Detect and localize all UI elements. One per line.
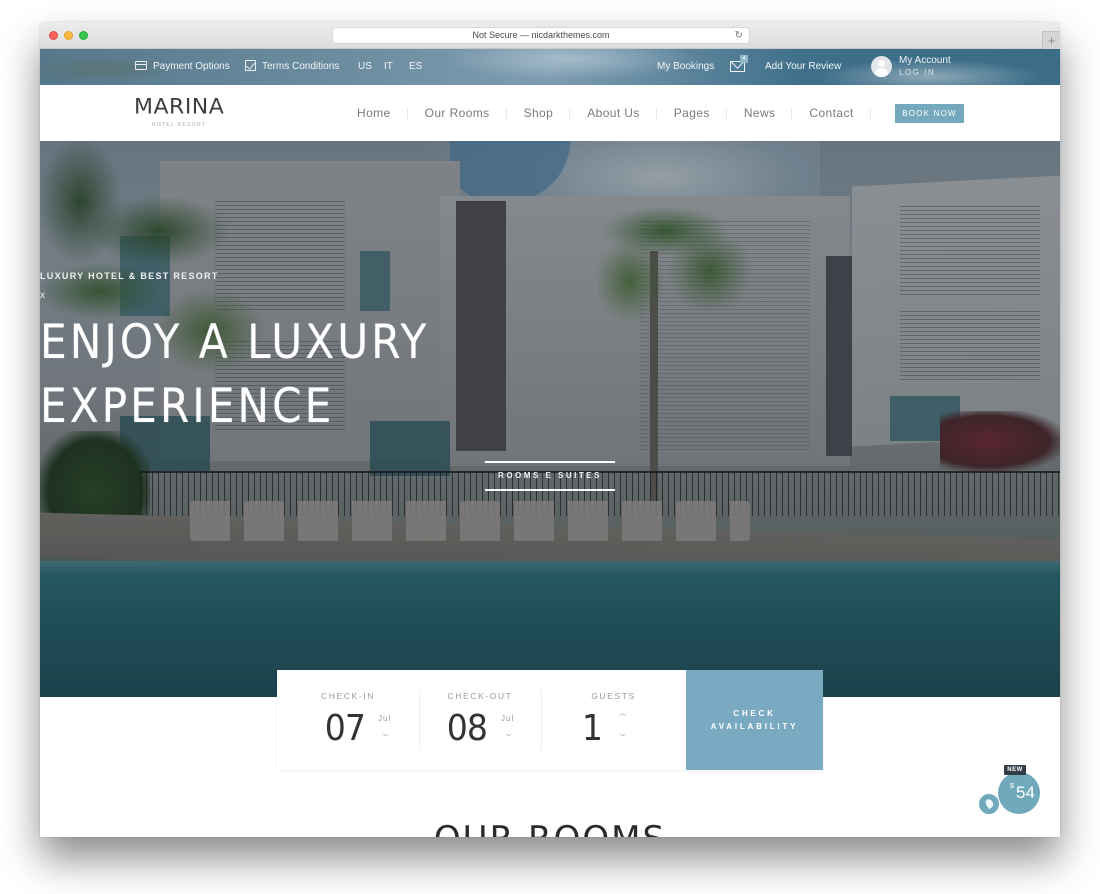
check-availability-button[interactable]: CHECK AVAILABILITY — [686, 670, 823, 770]
nav-pages[interactable]: Pages — [657, 106, 727, 120]
hero-title-line-2: EXPERIENCE — [40, 379, 335, 434]
add-review-link[interactable]: Add Your Review — [765, 49, 841, 85]
nav-news[interactable]: News — [727, 106, 793, 120]
hero-separator: x — [40, 290, 45, 301]
language-it[interactable]: IT — [384, 49, 393, 85]
cart-amount: 54 — [1016, 783, 1035, 802]
reload-icon[interactable]: ↻ — [735, 28, 743, 43]
main-navbar: MARINA · HOTEL RESORT · Home Our Rooms S… — [40, 85, 1060, 141]
address-bar[interactable]: Not Secure — nicdarkthemes.com ↻ — [332, 27, 750, 44]
checkout-label: CHECK-OUT — [447, 691, 513, 701]
checkin-label: CHECK-IN — [321, 691, 375, 701]
terms-conditions-label: Terms Conditions — [262, 61, 340, 72]
chevron-down-icon[interactable]: ⌄ — [380, 728, 392, 739]
logo-subtitle: · HOTEL RESORT · — [146, 122, 212, 128]
booking-widget: CHECK-IN 07 Jul ⌄ CHECK-OUT 08 Jul ⌄ GUE… — [277, 670, 823, 770]
hero-title-line-1: ENJOY A LUXURY — [40, 315, 430, 370]
avatar-icon[interactable] — [871, 56, 892, 77]
language-es[interactable]: ES — [409, 49, 422, 85]
close-window-button[interactable] — [49, 31, 58, 40]
my-bookings-link[interactable]: My Bookings — [657, 49, 714, 85]
guests-field[interactable]: GUESTS 1 ⌃ ⌄ — [541, 670, 686, 770]
page: Payment Options Terms Conditions US IT E… — [40, 49, 1060, 837]
new-tab-button[interactable]: + — [1042, 31, 1060, 49]
browser-window: Not Secure — nicdarkthemes.com ↻ + Payme… — [40, 22, 1060, 837]
plus-icon: + — [1047, 33, 1056, 48]
payment-options-link[interactable]: Payment Options — [135, 49, 230, 85]
guests-value: 1 — [581, 708, 603, 749]
chevron-down-icon[interactable]: ⌄ — [503, 728, 515, 739]
nav-links: Home Our Rooms Shop About Us Pages News … — [340, 85, 871, 141]
checkout-day: 08 — [446, 708, 488, 749]
checkin-field[interactable]: CHECK-IN 07 Jul ⌄ — [277, 670, 419, 770]
checkout-month: Jul — [501, 714, 515, 723]
cart-total-bubble[interactable]: $ 54 — [998, 772, 1040, 814]
nav-about-us[interactable]: About Us — [570, 106, 657, 120]
terms-conditions-link[interactable]: Terms Conditions — [245, 49, 339, 85]
browser-chrome: Not Secure — nicdarkthemes.com ↻ + — [40, 22, 1060, 49]
hero-kicker: LUXURY HOTEL & BEST RESORT — [40, 271, 219, 281]
new-badge: NEW — [1004, 765, 1026, 775]
hero-section: LUXURY HOTEL & BEST RESORT x ENJOY A LUX… — [40, 141, 1060, 697]
account-menu[interactable]: My Account LOG IN — [899, 55, 951, 79]
floating-cart-widget[interactable]: $ 54 NEW — [978, 765, 1040, 816]
rooms-suites-button[interactable]: ROOMS E SUITES — [485, 461, 615, 491]
hero-title: ENJOY A LUXURY EXPERIENCE — [40, 311, 1060, 439]
mail-count-badge: 4 — [740, 55, 748, 63]
credit-card-icon — [135, 60, 147, 70]
check-availability-line-1: CHECK — [733, 709, 776, 718]
nav-our-rooms[interactable]: Our Rooms — [408, 106, 507, 120]
logo-title: MARINA — [134, 95, 225, 120]
nav-shop[interactable]: Shop — [507, 106, 571, 120]
checkin-month: Jul — [378, 714, 392, 723]
cart-icon[interactable] — [978, 793, 1000, 815]
check-availability-line-2: AVAILABILITY — [710, 722, 799, 731]
nav-home[interactable]: Home — [340, 106, 408, 120]
checkout-field[interactable]: CHECK-OUT 08 Jul ⌄ — [419, 670, 541, 770]
checkbox-icon — [245, 59, 256, 71]
account-title: My Account — [899, 55, 951, 66]
login-link[interactable]: LOG IN — [899, 67, 951, 79]
guests-label: GUESTS — [591, 691, 636, 701]
logo[interactable]: MARINA · HOTEL RESORT · — [134, 95, 224, 128]
checkin-day: 07 — [324, 708, 366, 749]
chevron-up-icon[interactable]: ⌃ — [617, 712, 629, 723]
minimize-window-button[interactable] — [64, 31, 73, 40]
address-text: Not Secure — nicdarkthemes.com — [472, 30, 610, 40]
payment-options-label: Payment Options — [153, 61, 230, 72]
book-now-button[interactable]: BOOK NOW — [895, 104, 964, 123]
our-rooms-heading: OUR ROOMS — [40, 819, 1060, 837]
maximize-window-button[interactable] — [79, 31, 88, 40]
language-us[interactable]: US — [358, 49, 372, 85]
top-bar: Payment Options Terms Conditions US IT E… — [40, 49, 1060, 85]
nav-contact[interactable]: Contact — [792, 106, 871, 120]
cart-currency: $ — [1010, 783, 1014, 790]
chevron-down-icon[interactable]: ⌄ — [617, 728, 629, 739]
